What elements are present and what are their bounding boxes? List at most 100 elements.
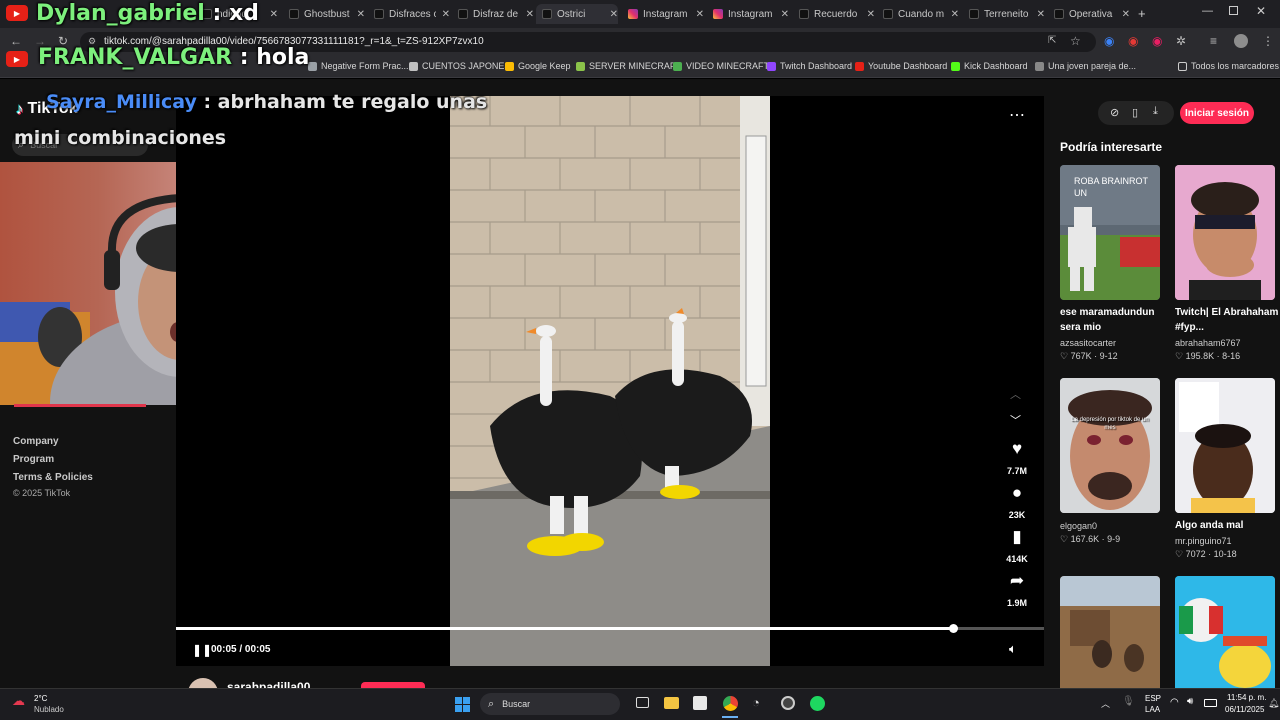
new-tab-button[interactable]: + [1138,6,1146,21]
taskbar-search[interactable]: ⌕ Buscar [480,693,620,715]
close-icon[interactable]: ✕ [1122,9,1130,20]
suggestion-thumb-1[interactable]: ROBA BRAINROT UN [1060,165,1160,300]
browser-tab[interactable]: Terreneito ✕ [963,4,1045,24]
star-icon[interactable]: ☆ [1070,34,1081,48]
bookmark-item[interactable]: Una joven pareja de... [1035,61,1136,71]
phone-icon[interactable]: ▯ [1132,106,1138,119]
bookmark-item[interactable]: CUENTOS JAPONES [409,61,510,71]
volume-icon[interactable]: 🔈︎ [1009,641,1017,657]
bookmark-item[interactable]: VIDEO MINECRAFT [673,61,769,71]
browser-tab[interactable]: Disfraz de ✕ [452,4,534,24]
footer-link-company[interactable]: Company [13,436,59,447]
chrome-icon[interactable] [723,696,738,711]
obs-icon[interactable] [781,696,795,710]
close-icon[interactable]: ✕ [270,9,278,20]
taskbar-search-label: Buscar [502,699,531,709]
language-code[interactable]: ESP [1145,694,1161,703]
wifi-icon[interactable]: ◠ [1170,697,1179,708]
minimize-button[interactable]: — [1202,5,1213,17]
all-bookmarks[interactable]: Todos los marcadores [1178,61,1279,71]
close-icon[interactable]: ✕ [1037,9,1045,20]
suggestion-user-2[interactable]: abrahaham6767 [1175,338,1241,348]
close-window-button[interactable]: ✕ [1256,4,1266,18]
bookmark-item[interactable]: Twitch Dashboard [767,61,852,71]
bookmark-item[interactable]: Kick Dashboard [951,61,1028,71]
extensions-puzzle-icon[interactable]: ✲ [1176,34,1186,48]
bookmark-item[interactable]: SERVER MINECRAFT [576,61,681,71]
spotify-icon[interactable] [810,696,825,711]
suggestion-user-1[interactable]: azsasitocarter [1060,338,1116,348]
suggestion-title-2[interactable]: Twitch| El Abrahaham #fyp... [1175,305,1279,335]
browser-tab[interactable]: Instagram ✕ [707,4,789,24]
file-explorer-icon[interactable] [664,697,679,709]
browser-tab[interactable]: Instagram ✕ [622,4,704,24]
browser-tab[interactable]: Cuando m ✕ [877,4,959,24]
comment-icon[interactable]: ● [1006,483,1028,503]
share-icon[interactable]: ➦ [1006,571,1028,591]
compass-icon[interactable]: ⊘ [1110,106,1119,119]
browser-tab[interactable]: Disfraces c ✕ [368,4,450,24]
task-view-icon[interactable] [636,697,649,708]
progress-handle[interactable] [949,624,958,633]
suggestion-title-1[interactable]: ese maramadundun sera mio [1060,305,1164,335]
suggestion-thumb-3[interactable]: La depresión por tiktok de un mes [1060,378,1160,513]
suggestion-thumb-2[interactable] [1175,165,1275,300]
suggestion-user-4[interactable]: mr.pinguino71 [1175,536,1232,546]
tab-label: Ghostbust [304,8,350,20]
bookmark-item[interactable]: Google Keep [505,61,571,71]
pause-button[interactable]: ❚❚ [192,643,212,657]
tray-chevron-icon[interactable]: ︿ [1101,697,1110,710]
speaker-icon[interactable]: 🔊︎ [1187,696,1193,707]
close-icon[interactable]: ✕ [951,9,959,20]
suggestion-user-3[interactable]: elgogan0 [1060,521,1097,531]
close-icon[interactable]: ✕ [526,9,534,20]
start-button[interactable] [455,697,470,712]
extension-icon[interactable]: ◉ [1104,34,1114,48]
close-icon[interactable]: ✕ [696,9,704,20]
suggestion-thumb-4[interactable] [1175,378,1275,513]
video-frame[interactable] [450,96,770,666]
close-icon[interactable]: ✕ [781,9,789,20]
close-icon[interactable]: ✕ [357,9,365,20]
download-icon[interactable]: ⤓ [1153,105,1158,118]
login-button[interactable]: Iniciar sesión [1180,102,1254,124]
browser-tab[interactable]: Ostrici ✕ [536,4,618,24]
suggestion-thumb-6[interactable] [1175,576,1275,688]
thumb-image [1175,576,1275,688]
bookmark-item[interactable]: Negative Form Prac... [308,61,409,71]
back-icon[interactable]: ← [10,34,22,48]
bookmark-item[interactable]: Youtube Dashboard [855,61,947,71]
mic-icon[interactable]: 🎙︎ [1122,696,1135,707]
next-video-icon[interactable]: ﹀ [1010,412,1021,428]
install-icon[interactable]: ⇱ [1048,35,1056,46]
weather-icon[interactable]: ☁ [12,693,25,709]
previous-video-icon[interactable]: ︿ [1010,386,1021,402]
suggestion-title-4[interactable]: Algo anda mal [1175,518,1279,533]
footer-link-program[interactable]: Program [13,454,54,465]
heart-icon[interactable]: ♥ [1006,439,1028,459]
footer-link-terms[interactable]: Terms & Policies [13,472,93,483]
media-icon[interactable]: ≡ [1210,34,1217,48]
maximize-button[interactable] [1229,6,1238,15]
browser-tab[interactable]: Recuerdo ✕ [793,4,875,24]
menu-icon[interactable]: ⋮ [1262,34,1274,48]
extension-icon[interactable]: ◉ [1128,34,1138,48]
store-icon[interactable] [693,696,707,710]
suggestion-thumb-5[interactable] [1060,576,1160,688]
browser-tab[interactable]: Ghostbust ✕ [283,4,365,24]
speedometer-icon[interactable]: ◔ [752,695,760,710]
profile-avatar[interactable] [1234,34,1248,48]
close-icon[interactable]: ✕ [610,9,618,20]
bookmark-icon[interactable]: ▮ [1006,527,1028,547]
battery-icon[interactable] [1204,699,1217,707]
browser-tab[interactable]: Operativa ✕ [1048,4,1130,24]
close-icon[interactable]: ✕ [867,9,875,20]
close-icon[interactable]: ✕ [442,9,450,20]
more-options-icon[interactable]: ⋯ [1009,105,1025,125]
notification-icon[interactable]: 🔔︎ [1268,698,1279,709]
clock-time[interactable]: 11:54 p. m. [1227,693,1266,702]
extension-icon[interactable]: ◉ [1152,34,1162,48]
bookmark-label: Negative Form Prac... [321,61,409,71]
weather-temp[interactable]: 2°C [34,694,47,703]
copyright: © 2025 TikTok [13,488,71,498]
